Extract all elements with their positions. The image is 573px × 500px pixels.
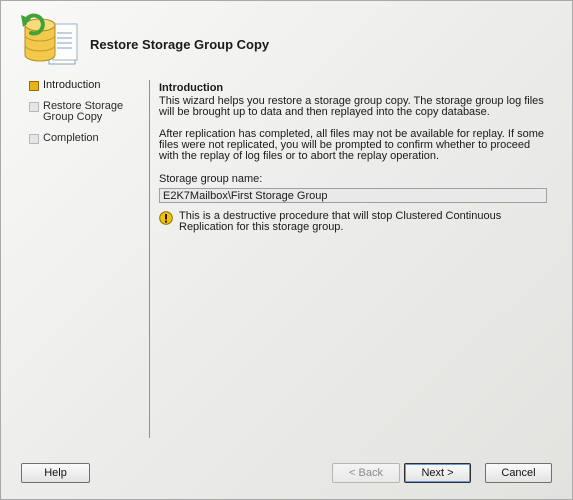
wizard-steps: Introduction Restore Storage Group Copy … <box>29 80 147 154</box>
wizard-title: Restore Storage Group Copy <box>90 37 270 52</box>
step-restore-storage-group-copy[interactable]: Restore Storage Group Copy <box>29 101 147 123</box>
warning-message: This is a destructive procedure that wil… <box>159 211 549 233</box>
step-label: Completion <box>43 132 99 144</box>
cancel-button[interactable]: Cancel <box>485 463 552 483</box>
main-content: Introduction This wizard helps you resto… <box>159 82 549 233</box>
step-indicator <box>29 102 39 112</box>
storage-group-name-label: Storage group name: <box>159 173 263 185</box>
step-indicator <box>29 134 39 144</box>
steps-divider <box>149 80 150 438</box>
storage-group-name-field: E2K7Mailbox\First Storage Group <box>159 188 547 203</box>
back-button[interactable]: < Back <box>332 463 400 483</box>
warning-text: This is a destructive procedure that wil… <box>179 210 502 233</box>
storage-group-restore-icon <box>21 13 78 65</box>
step-indicator-active <box>29 81 39 91</box>
step-completion[interactable]: Completion <box>29 133 147 144</box>
step-label: Introduction <box>43 79 101 91</box>
next-button[interactable]: Next > <box>404 463 471 483</box>
warning-icon <box>159 211 173 225</box>
replication-paragraph: After replication has completed, all fil… <box>159 128 544 162</box>
wizard-header: Restore Storage Group Copy <box>1 1 572 71</box>
help-button[interactable]: Help <box>21 463 90 483</box>
step-introduction[interactable]: Introduction <box>29 80 147 91</box>
content-title: Introduction <box>159 82 224 94</box>
intro-paragraph: This wizard helps you restore a storage … <box>159 95 544 118</box>
step-label: Restore Storage Group Copy <box>43 100 124 123</box>
